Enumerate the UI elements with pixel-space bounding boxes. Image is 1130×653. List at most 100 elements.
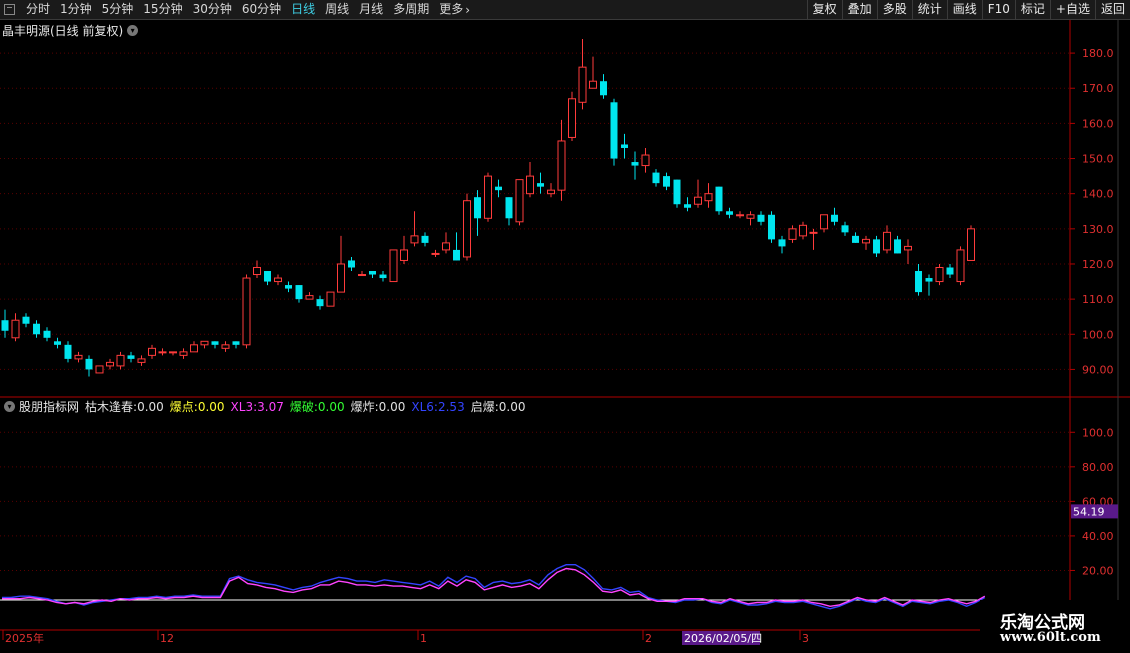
candle-body xyxy=(453,249,460,261)
candle-body xyxy=(862,238,870,244)
candle-body xyxy=(95,365,104,374)
tab-period-4[interactable]: 30分钟 xyxy=(188,0,237,19)
candle-body xyxy=(421,235,429,243)
tab-period-1[interactable]: 1分钟 xyxy=(55,0,97,19)
x-tick-label: 2025年 xyxy=(5,631,44,645)
candle-body xyxy=(253,266,261,276)
tab-period-3[interactable]: 15分钟 xyxy=(138,0,187,19)
candle-body xyxy=(852,235,859,243)
y-tick-label: 160.0 xyxy=(1082,117,1114,130)
current-value-label: 54.19 xyxy=(1073,505,1105,518)
candle-body xyxy=(22,316,30,324)
candle-body xyxy=(715,186,723,212)
candle-body xyxy=(873,239,880,254)
watermark-line2: www.60lt.com xyxy=(1000,630,1101,645)
tab-period-10[interactable]: 更多 xyxy=(434,0,468,19)
indicator-item-label: 启爆: xyxy=(470,400,499,414)
candle-body xyxy=(116,354,125,367)
candle-body xyxy=(158,351,167,354)
tab-period-0[interactable]: 分时 xyxy=(21,0,55,19)
toolbar-button-4[interactable]: 画线 xyxy=(946,0,982,19)
indicator-item-label: 爆破: xyxy=(289,400,318,414)
y-tick-label: 90.00 xyxy=(1082,363,1114,376)
toolbar-button-2[interactable]: 多股 xyxy=(876,0,912,19)
candle-body xyxy=(285,285,292,289)
chevron-down-icon[interactable]: ▾ xyxy=(4,401,15,412)
candle-body xyxy=(74,354,83,360)
tab-period-8[interactable]: 月线 xyxy=(354,0,388,19)
period-tabs: 分时 1分钟 5分钟 15分钟 30分钟 60分钟 日线 周线 月线 多周期 更多 › xyxy=(0,0,470,19)
candle-body xyxy=(463,200,471,258)
candle-body xyxy=(589,80,597,89)
candle-body xyxy=(221,344,230,349)
tab-period-7[interactable]: 周线 xyxy=(320,0,354,19)
period-toolbar: 分时 1分钟 5分钟 15分钟 30分钟 60分钟 日线 周线 月线 多周期 更多 › 复权 叠加 多股统… xyxy=(0,0,1130,20)
y-tick-label: 110.0 xyxy=(1082,293,1114,306)
tab-period-5[interactable]: 60分钟 xyxy=(237,0,286,19)
indicator-item-label: XL6: xyxy=(411,399,438,414)
candle-body xyxy=(242,277,251,346)
candle-body xyxy=(726,211,733,215)
y-tick-label: 20.00 xyxy=(1082,564,1114,577)
indicator-header: ▾ 股朋指标网 枯木逢春: 0.00 爆点: 0.00 XL3: 3.07 爆破: 0… xyxy=(2,398,531,415)
candle-body xyxy=(484,175,492,219)
indicator-item-label: 爆点: xyxy=(169,400,198,414)
candle-body xyxy=(200,340,209,346)
chart-area: 180.0 170.0 160.0 150.0 140.0 130.0 120.0 110.0… xyxy=(0,20,1130,650)
candle-body xyxy=(64,344,72,359)
candle-body xyxy=(652,172,660,184)
candle-body xyxy=(127,355,135,359)
candle-body xyxy=(673,179,681,205)
candle-body xyxy=(431,252,440,255)
toolbar-button-1[interactable]: 叠加 xyxy=(841,0,877,19)
indicator-title: 股朋指标网 xyxy=(19,400,80,414)
candle-body xyxy=(11,319,20,339)
candle-body xyxy=(684,204,691,208)
tab-period-6[interactable]: 日线 xyxy=(286,0,320,19)
candle-body xyxy=(442,242,450,251)
indicator-item-label: 爆炸: xyxy=(350,400,379,414)
chevron-right-icon[interactable]: › xyxy=(465,3,470,17)
candle-body xyxy=(831,214,838,222)
candle-body xyxy=(631,162,639,166)
main-panel-header: 晶丰明源(日线 前复权) ▾ xyxy=(2,22,142,39)
candle-body xyxy=(137,358,146,363)
indicator-item-value: 0.00 xyxy=(317,399,345,414)
candle-body xyxy=(379,274,387,279)
tab-period-2[interactable]: 5分钟 xyxy=(97,0,139,19)
toolbar-button-5[interactable]: F10 xyxy=(981,0,1015,19)
candle-body xyxy=(915,271,922,293)
candle-body xyxy=(967,228,975,261)
candle-body xyxy=(358,274,366,277)
candle-body xyxy=(894,239,901,254)
candle-body xyxy=(348,260,355,268)
toolbar-button-7[interactable]: +自选 xyxy=(1049,0,1095,19)
candle-body xyxy=(904,245,912,251)
candle-body xyxy=(179,351,188,356)
toolbar-button-3[interactable]: 统计 xyxy=(911,0,947,19)
toolbar-button-8[interactable]: 返回 xyxy=(1094,0,1130,19)
candle-body xyxy=(820,214,828,230)
candle-body xyxy=(841,225,849,233)
indicator-item-value: 0.00 xyxy=(498,399,526,414)
stock-title: 晶丰明源(日线 前复权) xyxy=(2,24,124,38)
window-menu-icon[interactable] xyxy=(4,4,15,15)
candle-body xyxy=(557,140,566,191)
toolbar-button-6[interactable]: 标记 xyxy=(1014,0,1050,19)
candle-body xyxy=(610,102,618,159)
candle-body xyxy=(211,341,219,345)
x-tick-label: 1 xyxy=(420,632,427,645)
y-tick-label: 180.0 xyxy=(1082,47,1114,60)
candle-body xyxy=(337,263,345,293)
candle-body xyxy=(663,176,670,187)
toolbar-button-0[interactable]: 复权 xyxy=(806,0,842,19)
indicator-item-value: 0.00 xyxy=(137,399,164,414)
indicator-item-value: 2.53 xyxy=(437,399,465,414)
candle-body xyxy=(305,295,314,300)
tab-period-9[interactable]: 多周期 xyxy=(388,0,434,19)
chevron-down-icon[interactable]: ▾ xyxy=(127,25,139,36)
candle-body xyxy=(547,189,555,195)
indicator-item-label: XL3: xyxy=(230,399,258,414)
candle-body xyxy=(799,224,807,237)
candle-body xyxy=(736,214,744,217)
